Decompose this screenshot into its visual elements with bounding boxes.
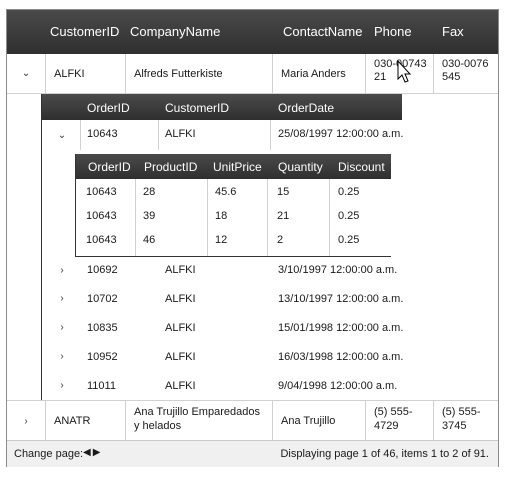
orders-header: OrderID CustomerID OrderDate: [42, 94, 402, 120]
cell-phone: (5) 555-4729: [365, 401, 433, 441]
column-header-customer-id[interactable]: CustomerID: [50, 24, 119, 39]
chevron-right-icon[interactable]: ›: [42, 284, 82, 313]
triangle-right-icon[interactable]: ▶: [93, 447, 103, 458]
cell-unit-price: 18: [215, 210, 228, 222]
cell-fax: (5) 555-3745: [433, 401, 498, 441]
cell-order-id: 10692: [87, 264, 118, 276]
cell-order-customer-id: ALFKI: [165, 128, 196, 140]
cell-contact-name: Ana Trujillo: [272, 401, 365, 441]
cell-detail-order-id: 10643: [86, 186, 117, 198]
column-header-phone[interactable]: Phone: [374, 24, 412, 39]
column-header-unit-price[interactable]: UnitPrice: [213, 160, 262, 174]
order-row[interactable]: › 10702 ALFKI 13/10/1997 12:00:00 a.m.: [42, 284, 404, 313]
table-row[interactable]: › ANATR Ana Trujillo Emparedados y helad…: [7, 400, 498, 442]
cell-order-date: 25/08/1997 12:00:00 a.m.: [278, 128, 404, 140]
order-row[interactable]: › 10692 ALFKI 3/10/1997 12:00:00 a.m.: [42, 256, 402, 284]
cell-unit-price: 12: [215, 234, 228, 246]
chevron-right-icon[interactable]: ›: [7, 401, 45, 441]
cell-order-id: 10952: [87, 351, 118, 363]
cell-contact-name: Maria Anders: [272, 54, 365, 93]
cell-order-id: 11011: [87, 380, 116, 392]
cell-order-customer-id: ALFKI: [165, 322, 196, 334]
order-details-subgrid: OrderID ProductID UnitPrice Quantity Dis…: [75, 154, 391, 257]
column-header-discount[interactable]: Discount: [338, 160, 385, 174]
cell-quantity: 2: [277, 234, 284, 246]
cell-unit-price: 45.6: [215, 186, 237, 198]
cell-detail-order-id: 10643: [86, 210, 117, 222]
column-header-fax[interactable]: Fax: [442, 24, 464, 39]
cell-product-id: 46: [143, 234, 156, 246]
column-header-detail-order-id[interactable]: OrderID: [88, 160, 131, 174]
cell-product-id: 39: [143, 210, 156, 222]
chevron-right-icon[interactable]: ›: [42, 256, 82, 284]
chevron-down-icon[interactable]: ⌄: [42, 120, 82, 150]
pager-status: Displaying page 1 of 46, items 1 to 2 of…: [280, 448, 489, 460]
cell-order-date: 16/03/1998 12:00:00 a.m.: [278, 351, 404, 363]
cell-customer-id: ANATR: [45, 401, 125, 441]
order-row[interactable]: › 11011 ALFKI 9/04/1998 12:00:00 a.m.: [42, 371, 402, 400]
cell-order-customer-id: ALFKI: [165, 293, 196, 305]
order-row[interactable]: › 10835 ALFKI 15/01/1998 12:00:00 a.m.: [42, 313, 404, 342]
cell-order-date: 9/04/1998 12:00:00 a.m.: [278, 380, 398, 392]
cell-order-date: 13/10/1997 12:00:00 a.m.: [278, 293, 404, 305]
column-header-contact-name[interactable]: ContactName: [283, 24, 362, 39]
change-page-label: Change page:: [14, 448, 84, 460]
chevron-right-icon[interactable]: ›: [42, 313, 82, 342]
cell-order-id: 10643: [87, 128, 118, 140]
order-details-header: OrderID ProductID UnitPrice Quantity Dis…: [76, 154, 391, 179]
column-header-quantity[interactable]: Quantity: [278, 160, 323, 174]
column-header-company-name[interactable]: CompanyName: [130, 24, 220, 39]
hierarchical-grid: CustomerID CompanyName ContactName Phone…: [6, 9, 499, 467]
orders-subgrid: OrderID CustomerID OrderDate ⌄ 10643 ALF…: [41, 94, 404, 400]
cell-quantity: 21: [277, 210, 290, 222]
cell-order-date: 3/10/1997 12:00:00 a.m.: [278, 264, 398, 276]
column-header-product-id[interactable]: ProductID: [144, 160, 197, 174]
cell-order-id: 10835: [87, 322, 118, 334]
column-header-order-id[interactable]: OrderID: [87, 101, 130, 115]
triangle-left-icon[interactable]: ◀: [83, 447, 93, 458]
mouse-cursor-icon: [397, 60, 412, 83]
order-row[interactable]: › 10952 ALFKI 16/03/1998 12:00:00 a.m.: [42, 342, 404, 371]
cell-product-id: 28: [143, 186, 156, 198]
table-row[interactable]: ⌄ ALFKI Alfreds Futterkiste Maria Anders…: [7, 54, 498, 94]
column-header-order-customer-id[interactable]: CustomerID: [165, 101, 229, 115]
cell-order-date: 15/01/1998 12:00:00 a.m.: [278, 322, 404, 334]
cell-order-customer-id: ALFKI: [165, 351, 196, 363]
column-header-order-date[interactable]: OrderDate: [278, 101, 334, 115]
cell-detail-order-id: 10643: [86, 234, 117, 246]
chevron-right-icon[interactable]: ›: [42, 342, 82, 371]
cell-fax: 030-0076545: [433, 54, 498, 93]
chevron-right-icon[interactable]: ›: [42, 371, 82, 400]
cell-order-id: 10702: [87, 293, 118, 305]
pager: Change page: ◀▶ Displaying page 1 of 46,…: [7, 440, 498, 467]
grid-header: CustomerID CompanyName ContactName Phone…: [7, 10, 498, 54]
cell-company-name: Ana Trujillo Emparedados y helados: [125, 401, 272, 441]
order-row[interactable]: ⌄ 10643 ALFKI 25/08/1997 12:00:00 a.m.: [42, 120, 404, 150]
cell-discount: 0.25: [338, 186, 360, 198]
cell-customer-id: ALFKI: [45, 54, 125, 93]
cell-company-name: Alfreds Futterkiste: [125, 54, 272, 93]
cell-quantity: 15: [277, 186, 290, 198]
cell-order-customer-id: ALFKI: [165, 264, 196, 276]
cell-discount: 0.25: [338, 210, 360, 222]
cell-discount: 0.25: [338, 234, 360, 246]
cell-order-customer-id: ALFKI: [165, 380, 196, 392]
chevron-down-icon[interactable]: ⌄: [7, 54, 45, 93]
